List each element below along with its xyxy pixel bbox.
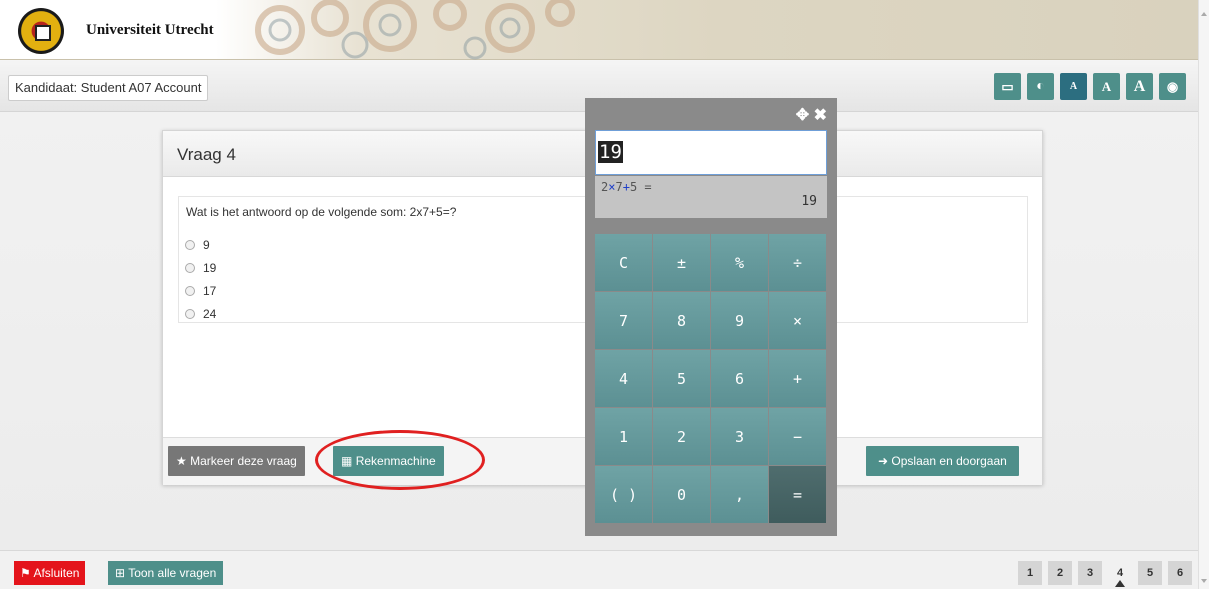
move-icon[interactable]: ✥ <box>796 107 809 124</box>
page-button[interactable]: 6 <box>1168 561 1192 585</box>
answer-option[interactable]: 17 <box>185 279 216 302</box>
contrast-icon[interactable]: ◐ <box>1027 73 1054 100</box>
key-subtract[interactable]: − <box>769 408 826 465</box>
answer-label: 24 <box>203 306 217 321</box>
flag-icon: ⚑ <box>20 566 31 580</box>
key-multiply[interactable]: × <box>769 292 826 349</box>
key-0[interactable]: 0 <box>653 466 710 523</box>
close-icon[interactable]: ✖ <box>814 107 827 124</box>
calculation-expression: 2×7+5 = <box>601 180 652 194</box>
bottom-navigation: ⚑ Afsluiten ⊞ Toon alle vragen 1 2 3 4 5… <box>0 550 1198 589</box>
key-clear[interactable]: C <box>595 234 652 291</box>
question-pagination: 1 2 3 4 5 6 <box>1018 561 1192 587</box>
calculator-display[interactable]: 19 <box>595 130 827 175</box>
candidate-label: Kandidaat: Student A07 Account <box>8 75 209 101</box>
arrow-right-icon: ➜ <box>878 454 889 468</box>
page-button[interactable]: 5 <box>1138 561 1162 585</box>
vertical-scrollbar[interactable] <box>1198 0 1209 589</box>
key-percent[interactable]: % <box>711 234 768 291</box>
key-3[interactable]: 3 <box>711 408 768 465</box>
answer-option[interactable]: 9 <box>185 233 216 256</box>
font-medium-icon[interactable]: A <box>1093 73 1120 100</box>
font-small-icon[interactable]: A <box>1060 73 1087 100</box>
question-text: Wat is het antwoord op de volgende som: … <box>186 205 457 219</box>
radio-button[interactable] <box>185 285 195 296</box>
key-7[interactable]: 7 <box>595 292 652 349</box>
calculator-controls: ✥ ✖ <box>796 105 827 125</box>
accessibility-tools: ▭ ◐ A A A ◉ <box>994 73 1186 100</box>
quit-label: Afsluiten <box>33 566 80 580</box>
font-large-icon[interactable]: A <box>1126 73 1153 100</box>
mark-label: Markeer deze vraag <box>190 454 297 468</box>
key-6[interactable]: 6 <box>711 350 768 407</box>
answer-options: 9 19 17 24 <box>185 233 216 325</box>
save-label: Opslaan en doorgaan <box>891 454 1007 468</box>
key-add[interactable]: + <box>769 350 826 407</box>
key-9[interactable]: 9 <box>711 292 768 349</box>
key-divide[interactable]: ÷ <box>769 234 826 291</box>
key-1[interactable]: 1 <box>595 408 652 465</box>
answer-label: 17 <box>203 283 217 298</box>
page-button[interactable]: 2 <box>1048 561 1072 585</box>
university-seal-icon <box>18 8 64 54</box>
mark-question-button[interactable]: ★ Markeer deze vraag <box>168 446 305 476</box>
quit-button[interactable]: ⚑ Afsluiten <box>14 561 86 585</box>
key-4[interactable]: 4 <box>595 350 652 407</box>
scroll-up-icon[interactable] <box>1201 12 1207 16</box>
globe-icon[interactable]: ◉ <box>1159 73 1186 100</box>
scroll-down-icon[interactable] <box>1201 579 1207 583</box>
display-value: 19 <box>598 141 623 163</box>
plus-square-icon: ⊞ <box>115 566 126 580</box>
page-button[interactable]: 1 <box>1018 561 1042 585</box>
key-equals[interactable]: = <box>769 466 826 523</box>
screen-icon[interactable]: ▭ <box>994 73 1021 100</box>
key-8[interactable]: 8 <box>653 292 710 349</box>
key-5[interactable]: 5 <box>653 350 710 407</box>
key-parentheses[interactable]: ( ) <box>595 466 652 523</box>
key-2[interactable]: 2 <box>653 408 710 465</box>
radio-button[interactable] <box>185 262 195 273</box>
calculator-history: 2×7+5 = 19 <box>595 176 827 218</box>
key-decimal[interactable]: , <box>711 466 768 523</box>
answer-option[interactable]: 19 <box>185 256 216 279</box>
answer-label: 9 <box>203 237 210 252</box>
page-button-current[interactable]: 4 <box>1108 561 1132 587</box>
show-all-label: Toon alle vragen <box>128 566 217 580</box>
answer-option[interactable]: 24 <box>185 302 216 325</box>
show-all-questions-button[interactable]: ⊞ Toon alle vragen <box>108 561 224 585</box>
star-icon: ★ <box>176 454 187 468</box>
key-plus-minus[interactable]: ± <box>653 234 710 291</box>
radio-button[interactable] <box>185 308 195 319</box>
page-button[interactable]: 3 <box>1078 561 1102 585</box>
top-header: Universiteit Utrecht <box>0 0 1198 60</box>
calculator-window[interactable]: ✥ ✖ 19 2×7+5 = 19 C ± % ÷ 7 8 9 × 4 5 6 … <box>585 98 837 536</box>
institution-name: Universiteit Utrecht <box>86 22 214 38</box>
calculation-result: 19 <box>801 194 817 209</box>
radio-button[interactable] <box>185 239 195 250</box>
save-continue-button[interactable]: ➜ Opslaan en doorgaan <box>866 446 1019 476</box>
answer-label: 19 <box>203 260 217 275</box>
gears-banner-icon <box>255 0 575 60</box>
highlight-annotation <box>315 430 485 490</box>
calculator-keypad: C ± % ÷ 7 8 9 × 4 5 6 + 1 2 3 − ( ) 0 , … <box>595 234 827 523</box>
